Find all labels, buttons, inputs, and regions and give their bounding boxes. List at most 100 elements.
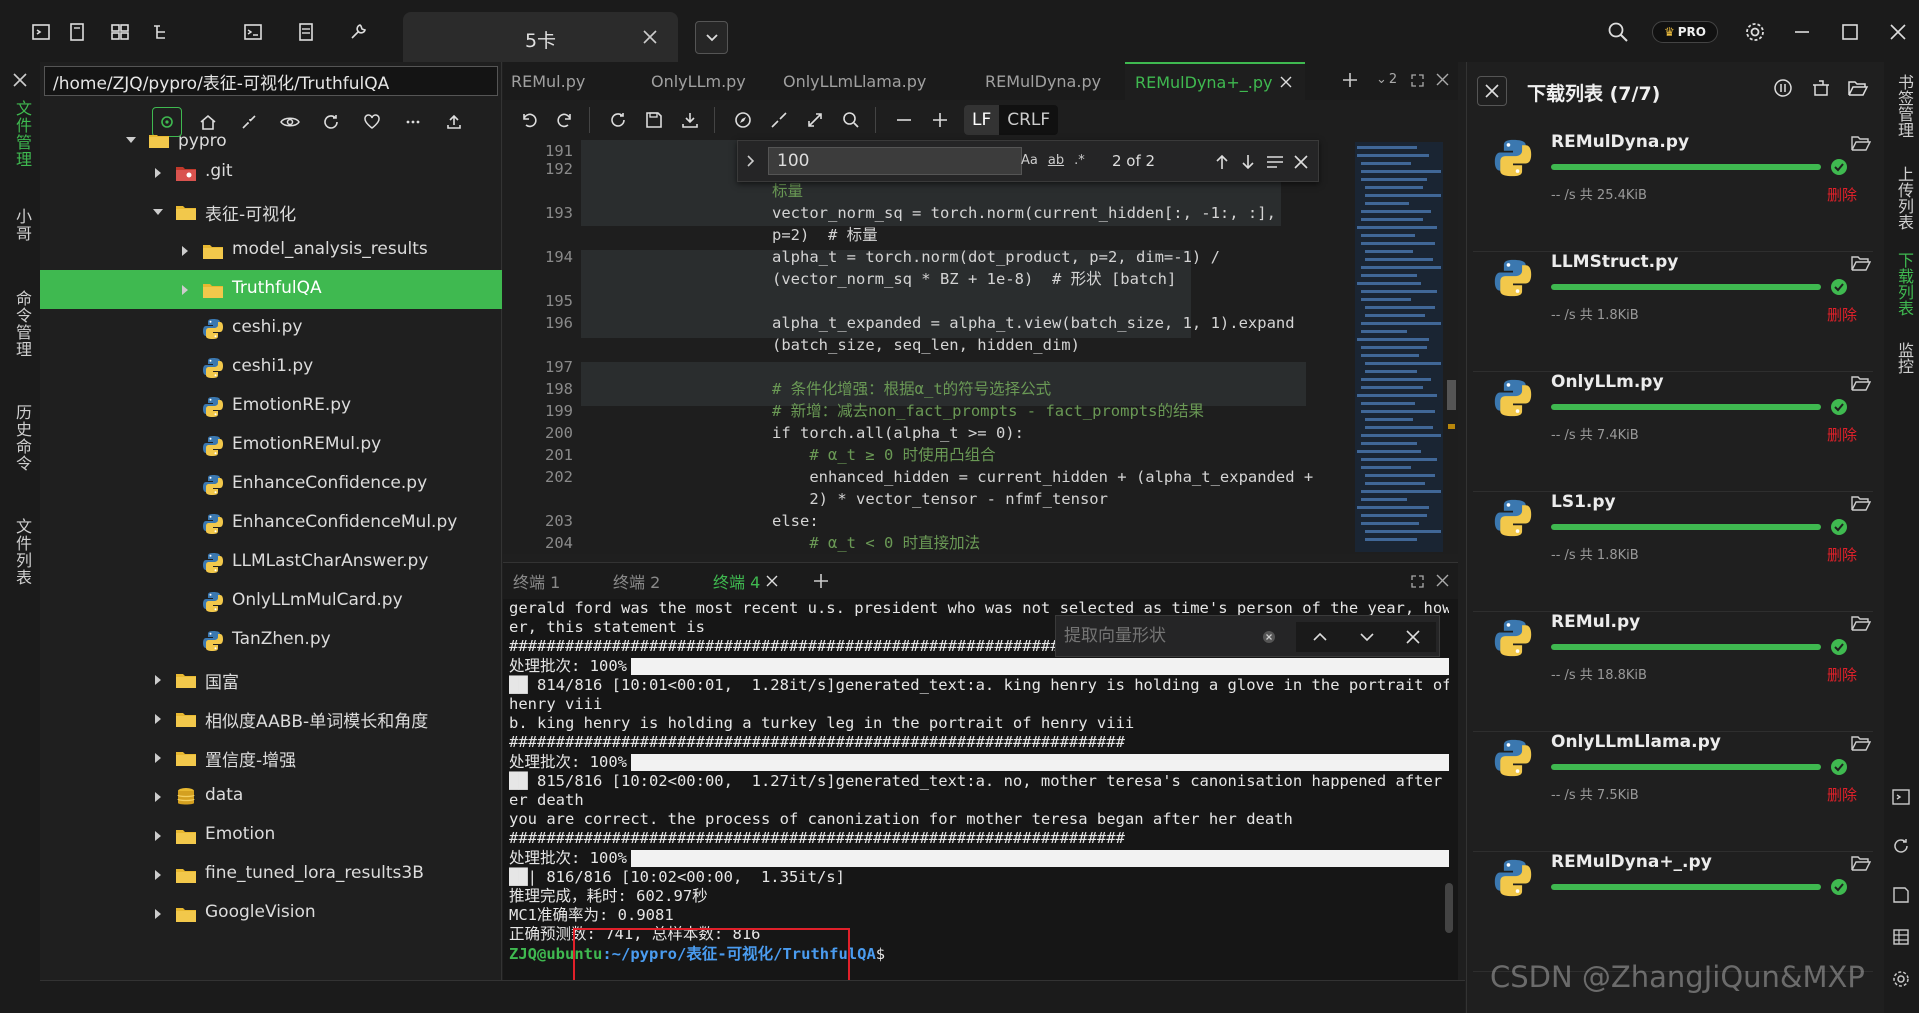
save-icon[interactable] — [1892, 886, 1910, 904]
tab-history-commands[interactable]: 历史命令 — [10, 404, 34, 472]
console-icon[interactable] — [241, 20, 265, 44]
chevron-down-icon[interactable] — [1359, 631, 1375, 643]
tree-item[interactable]: TanZhen.py — [40, 621, 502, 660]
gear-icon[interactable] — [1743, 20, 1767, 44]
close-icon[interactable] — [1280, 76, 1292, 88]
tree-item[interactable]: OnlyLLmMulCard.py — [40, 582, 502, 621]
tree-item[interactable]: EnhanceConfidenceMul.py — [40, 504, 502, 543]
chevron-right-icon[interactable] — [151, 751, 165, 765]
tab-xiaoge[interactable]: 小哥 — [10, 208, 34, 242]
tree-item[interactable]: 相似度AABB-单词模长和角度 — [40, 699, 502, 738]
tree-item[interactable]: EmotionREMul.py — [40, 426, 502, 465]
download-item[interactable]: LLMStruct.py -- /s 共 1.8KiB 删除 — [1473, 252, 1873, 372]
crlf-button[interactable]: CRLF — [999, 105, 1058, 135]
delete-link[interactable]: 删除 — [1827, 304, 1857, 325]
editor-tab[interactable]: REMul.py — [503, 62, 621, 100]
folder-open-icon[interactable] — [1851, 374, 1871, 392]
whole-word-toggle[interactable]: ab — [1048, 153, 1064, 168]
gear-icon[interactable] — [1892, 970, 1910, 988]
delete-link[interactable]: 删除 — [1827, 664, 1857, 685]
chevron-down-icon[interactable] — [124, 135, 138, 147]
tree-item[interactable]: TruthfulQA — [40, 270, 502, 309]
download-item[interactable]: REMul.py -- /s 共 18.8KiB 删除 — [1473, 612, 1873, 732]
terminal-tab-active[interactable]: 终端 4 — [703, 563, 803, 599]
redo-icon[interactable] — [549, 104, 581, 136]
compass-icon[interactable] — [727, 104, 759, 136]
tab-bookmarks[interactable]: 书签管理 — [1892, 74, 1916, 138]
chevron-right-icon[interactable] — [178, 283, 192, 297]
tree-item[interactable]: LLMLastCharAnswer.py — [40, 543, 502, 582]
tree-item[interactable]: 国富 — [40, 660, 502, 699]
tree-item[interactable]: Emotion — [40, 816, 502, 855]
path-input[interactable] — [44, 66, 498, 96]
tree-item[interactable]: model_analysis_results — [40, 231, 502, 270]
new-terminal-icon[interactable] — [813, 573, 829, 589]
close-icon[interactable] — [1436, 574, 1449, 587]
chevron-right-icon[interactable] — [178, 244, 192, 258]
tree-item[interactable]: fine_tuned_lora_results3B — [40, 855, 502, 894]
find-input[interactable] — [768, 147, 1022, 175]
tree-item[interactable]: EmotionRE.py — [40, 387, 502, 426]
refresh-icon[interactable] — [316, 107, 346, 137]
regex-toggle[interactable]: .* — [1074, 153, 1085, 168]
tab-download-list[interactable]: 下载列表 — [1892, 252, 1916, 316]
tree-item[interactable]: ceshi.py — [40, 309, 502, 348]
upload-icon[interactable] — [439, 107, 469, 137]
match-case-toggle[interactable]: Aa — [1021, 153, 1038, 168]
close-icon[interactable] — [1436, 73, 1449, 86]
terminal-scrollbar[interactable] — [1445, 883, 1453, 933]
editor-tab-active[interactable]: REMulDyna+_.py — [1125, 62, 1305, 100]
chevron-up-icon[interactable] — [1312, 631, 1328, 643]
close-icon[interactable] — [1406, 630, 1420, 644]
tab-command-manager[interactable]: 命令管理 — [10, 290, 34, 358]
terminal-tab[interactable]: 终端 2 — [603, 563, 703, 599]
clear-icon[interactable] — [1262, 630, 1276, 644]
undo-icon[interactable] — [513, 104, 545, 136]
window-close-icon[interactable] — [1886, 20, 1910, 44]
tree-item[interactable]: data — [40, 777, 502, 816]
eye-icon[interactable] — [275, 107, 305, 137]
close-icon[interactable] — [642, 29, 658, 45]
delete-link[interactable]: 删除 — [1827, 184, 1857, 205]
chevron-right-icon[interactable] — [151, 790, 165, 804]
download-item[interactable]: REMulDyna+_.py — [1473, 852, 1873, 972]
layout-icon[interactable] — [108, 20, 132, 44]
tree-item[interactable]: 表征-可视化 — [40, 192, 502, 231]
zoom-in-icon[interactable] — [924, 104, 956, 136]
locate-icon[interactable] — [152, 107, 182, 137]
close-panel-button[interactable] — [1477, 76, 1507, 106]
arrow-up-icon[interactable] — [1214, 153, 1230, 171]
chevron-right-icon[interactable] — [151, 868, 165, 882]
table-icon[interactable] — [1892, 928, 1910, 946]
folder-open-icon[interactable] — [1851, 614, 1871, 632]
maximize-panel-icon[interactable] — [1411, 74, 1424, 87]
tree-icon[interactable] — [149, 20, 173, 44]
scroll-thumb[interactable] — [1447, 380, 1456, 410]
save-icon[interactable] — [638, 104, 670, 136]
tab-dropdown-button[interactable] — [695, 21, 728, 54]
pro-badge[interactable]: ♛ PRO — [1652, 21, 1718, 43]
tree-item[interactable]: EnhanceConfidence.py — [40, 465, 502, 504]
minimize-icon[interactable] — [1790, 20, 1814, 44]
folder-open-icon[interactable] — [1851, 134, 1871, 152]
maximize-panel-icon[interactable] — [1411, 575, 1424, 588]
tree-item[interactable]: GoogleVision — [40, 894, 502, 933]
terminal-icon[interactable] — [29, 20, 53, 44]
zoom-out-icon[interactable] — [888, 104, 920, 136]
code-content[interactable]: 191 192 标量 193 vector_norm_sq = torch.norm(c… — [503, 140, 1343, 554]
home-icon[interactable] — [193, 107, 223, 137]
folder-open-icon[interactable] — [1851, 734, 1871, 752]
delete-link[interactable]: 删除 — [1827, 784, 1857, 805]
download-item[interactable]: OnlyLLm.py -- /s 共 7.4KiB 删除 — [1473, 372, 1873, 492]
document-icon[interactable] — [65, 20, 89, 44]
terminal-tab[interactable]: 终端 1 — [503, 563, 603, 599]
refresh-icon[interactable] — [1892, 837, 1910, 855]
chevron-right-icon[interactable] — [151, 673, 165, 687]
download-icon[interactable] — [674, 104, 706, 136]
chevron-right-icon[interactable] — [151, 712, 165, 726]
delete-link[interactable]: 删除 — [1827, 424, 1857, 445]
maximize-icon[interactable] — [1838, 20, 1862, 44]
selection-icon[interactable] — [1266, 154, 1284, 170]
tab-upload-list[interactable]: 上传列表 — [1892, 166, 1916, 230]
close-icon[interactable] — [12, 72, 28, 88]
